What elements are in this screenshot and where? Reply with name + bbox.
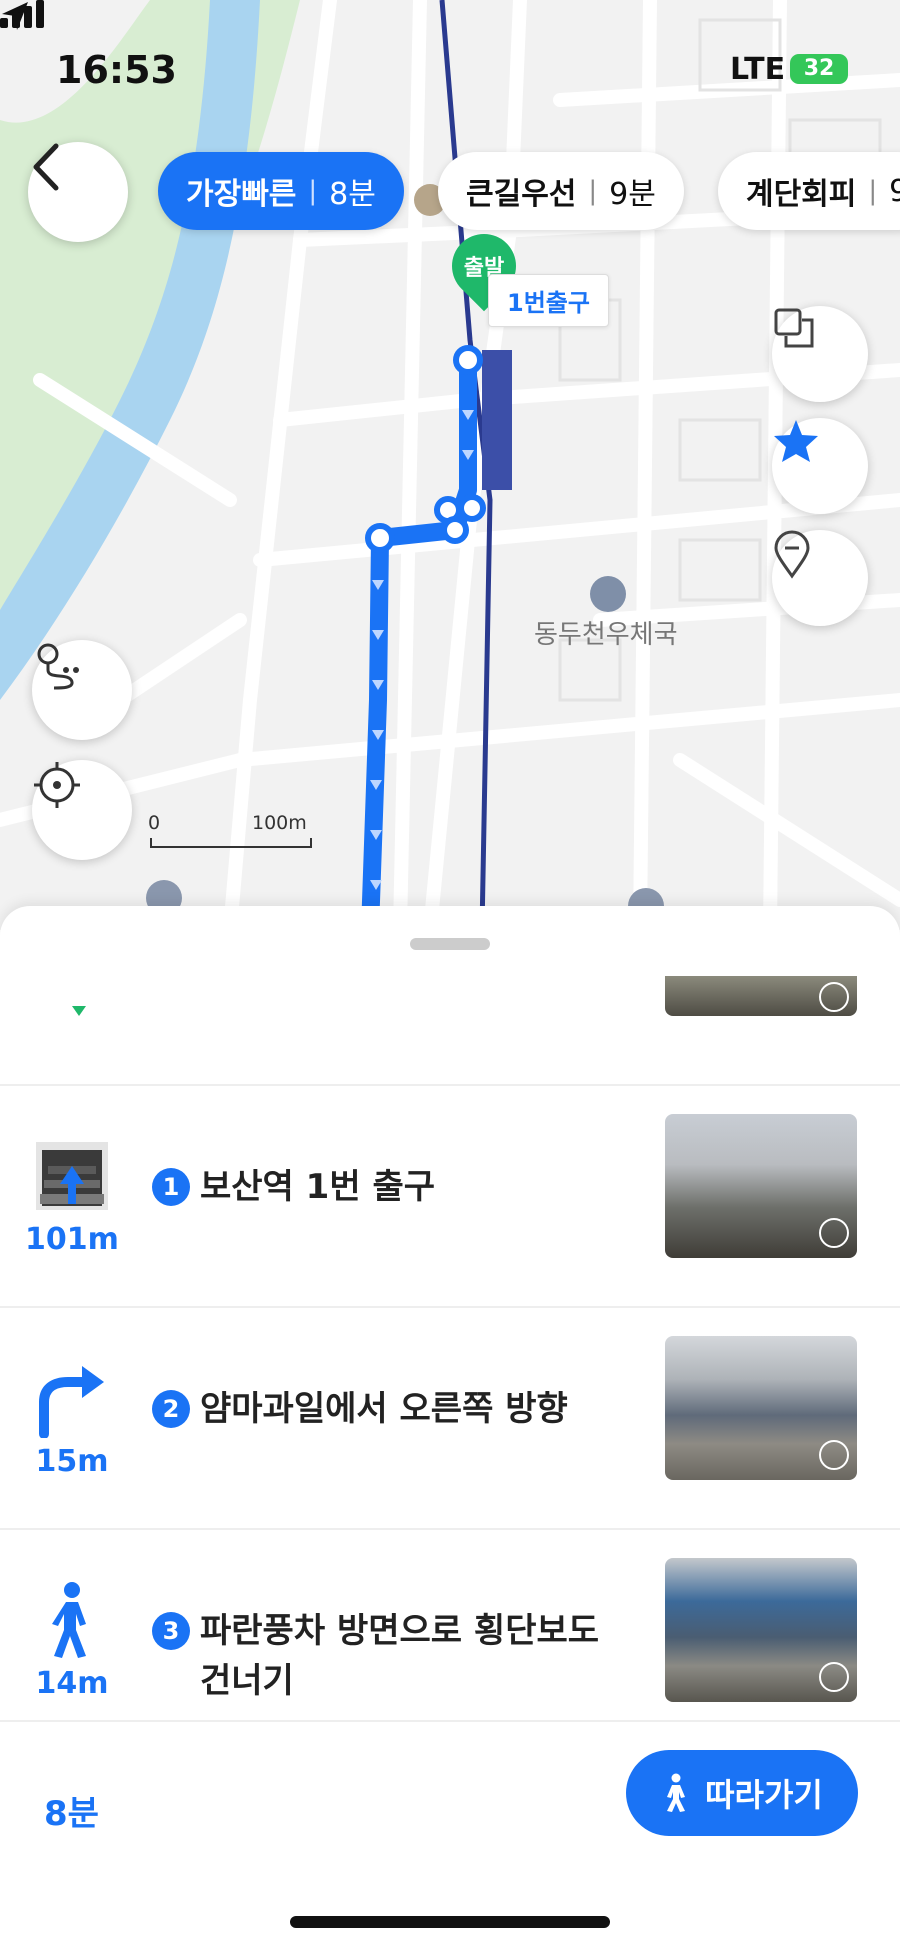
pedestrian-icon [667,1773,686,1812]
step-distance: 101m [25,1222,119,1257]
back-button[interactable] [28,142,128,242]
sheet-grabber[interactable] [410,938,490,950]
street-view-thumbnail[interactable] [665,1336,857,1480]
route-tab-label: 큰길우선 [466,177,577,212]
follow-button[interactable]: 따라가기 [626,1750,858,1836]
step-instruction: 얌마과일에서 오른쪽 방향 [200,1389,568,1429]
poi-post-office[interactable]: 동두천우체국 [534,614,678,651]
exit-label[interactable]: 1번출구 [488,274,609,327]
scale-max: 100m [252,812,307,834]
separator: | [868,176,878,206]
tab-main-road-route[interactable]: 큰길우선 | 9분 [438,152,684,230]
pin-icon [819,1662,849,1692]
route-tab-time: 9분 [609,177,656,212]
turn-right-icon [39,1366,104,1438]
pin-icon [819,1440,849,1470]
scale-zero: 0 [148,812,161,834]
route-tab-time: 9 [889,173,900,209]
status-time: 16:53 [56,48,177,92]
stairs-icon [36,1142,108,1210]
separator: | [308,176,318,206]
battery-icon: 32 [790,54,848,84]
route-tab-label: 계단회피 [746,177,857,212]
step-number-badge: 2 [152,1390,190,1428]
tab-fastest-route[interactable]: 가장빠른 | 8분 [158,152,404,230]
separator: | [588,176,598,206]
route-icon [37,643,79,690]
network-type: LTE [730,52,786,87]
route-tab-time: 8분 [329,177,376,212]
map-view[interactable]: 16:53 LTE 32 가장빠른 | 8분 큰길우선 | 9분 계단회피 | … [0,0,900,930]
current-location-button[interactable] [32,760,132,860]
scale-bar [150,838,312,848]
crosshair-icon [34,762,80,808]
street-view-thumbnail[interactable] [665,1114,857,1258]
total-time: 8분 [44,1794,99,1834]
list-item-step-3[interactable]: 14m 3 파란풍차 방면으로 횡단보도 건너기 [0,1530,900,1752]
layers-button[interactable] [772,306,868,402]
pin-icon [819,1218,849,1248]
layers-icon [774,308,814,348]
battery-level: 32 [803,56,835,81]
step-distance: 14m [35,1666,109,1701]
street-view-thumbnail[interactable] [665,976,857,1016]
list-item-step-1[interactable]: 101m 1 보산역 1번 출구 [0,1086,900,1308]
follow-label: 따라가기 [705,1776,823,1814]
street-view-thumbnail[interactable] [665,1558,857,1702]
step-instruction: 파란풍차 방면으로 횡단보도 건너기 [200,1611,600,1701]
pin-icon [819,982,849,1012]
signal-icon [0,0,44,28]
route-options-button[interactable] [32,640,132,740]
step-instruction: 보산역 1번 출구 [200,1167,436,1207]
step-number-badge: 3 [152,1612,190,1650]
footer-bar: 8분 따라가기 [0,1720,900,1951]
green-triangle-icon [72,1006,86,1016]
list-item-previous[interactable] [0,976,900,1086]
chevron-left-icon [33,143,59,191]
pedestrian-icon [52,1582,86,1658]
route-tab-label: 가장빠른 [186,177,297,212]
place-pin-button[interactable] [772,530,868,626]
star-icon [774,420,818,462]
home-indicator[interactable] [290,1916,610,1928]
map-pin-icon [774,530,810,579]
tab-avoid-stairs-route[interactable]: 계단회피 | 9 [718,152,900,230]
favorite-button[interactable] [772,418,868,514]
step-number-badge: 1 [152,1168,190,1206]
step-distance: 15m [35,1444,109,1479]
status-bar: 16:53 LTE 32 [0,0,900,140]
list-item-step-2[interactable]: 15m 2 얌마과일에서 오른쪽 방향 [0,1308,900,1530]
